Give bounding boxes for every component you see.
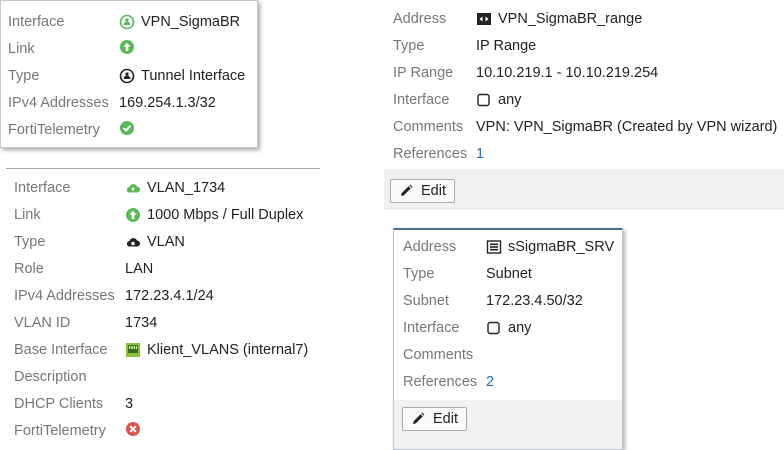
- field-value: IP Range: [476, 38, 537, 54]
- field-label: Interface: [14, 180, 71, 196]
- field-value: any: [508, 320, 532, 336]
- edit-button-label: Edit: [421, 183, 446, 199]
- port-icon: [125, 342, 141, 358]
- references-link[interactable]: 2: [486, 372, 494, 392]
- edit-button-label: Edit: [433, 411, 458, 427]
- field-label: References: [403, 374, 478, 390]
- x-circle-icon: [125, 421, 141, 437]
- field-value: VPN: VPN_SigmaBR (Created by VPN wizard): [476, 119, 778, 135]
- edit-button[interactable]: Edit: [402, 407, 467, 431]
- vlan-type-icon: [125, 234, 141, 250]
- field-label: Subnet: [403, 293, 449, 309]
- field-label: FortiTelemetry: [14, 423, 106, 439]
- field-label: References: [393, 146, 468, 162]
- field-value: Subnet: [486, 266, 532, 282]
- field-label: Link: [14, 207, 41, 223]
- field-label: Description: [14, 369, 87, 385]
- field-label: Type: [8, 68, 40, 84]
- field-label: VLAN ID: [14, 315, 71, 331]
- check-circle-icon: [119, 120, 135, 136]
- edit-button[interactable]: Edit: [390, 179, 455, 203]
- field-value: VLAN: [147, 234, 185, 250]
- vlan-interface-panel: Interface VLAN_1734 Link 1000 Mbps / Ful…: [0, 176, 380, 447]
- field-label: Link: [8, 41, 35, 57]
- field-value: LAN: [125, 261, 154, 277]
- link-up-arrow-icon: [119, 39, 135, 55]
- tunnel-type-icon: [119, 68, 135, 84]
- subnet-address-icon: [486, 239, 502, 255]
- address-subnet-panel: Address sSigmaBR_SRV Type Subnet Subnet …: [393, 228, 623, 450]
- section-divider: [6, 168, 320, 169]
- tunnel-interface-icon: [119, 14, 135, 30]
- link-up-arrow-icon: [125, 207, 141, 223]
- panel-footer: Edit: [384, 169, 784, 210]
- field-label: Interface: [8, 14, 65, 30]
- field-value: 3: [125, 396, 134, 412]
- vlan-cloud-icon: [125, 180, 141, 196]
- references-link[interactable]: 1: [476, 144, 484, 164]
- field-label: IPv4 Addresses: [14, 288, 115, 304]
- field-label: Interface: [393, 92, 450, 108]
- pencil-icon: [398, 183, 414, 199]
- field-value: 1000 Mbps / Full Duplex: [147, 207, 304, 223]
- field-value: VPN_SigmaBR_range: [498, 11, 643, 27]
- field-value: 169.254.1.3/32: [119, 95, 216, 111]
- interface-tooltip-panel: Interface VPN_SigmaBR Link Type Tunnel I…: [0, 0, 258, 148]
- field-value: VPN_SigmaBR: [141, 14, 241, 30]
- field-label: Type: [14, 234, 46, 250]
- field-label: IP Range: [393, 65, 454, 81]
- field-value: 172.23.4.50/32: [486, 293, 583, 309]
- field-label: DHCP Clients: [14, 396, 104, 412]
- interface-any-icon: [486, 320, 502, 336]
- field-label: Base Interface: [14, 342, 108, 358]
- field-label: Type: [393, 38, 425, 54]
- field-label: Comments: [403, 347, 474, 363]
- field-label: IPv4 Addresses: [8, 95, 109, 111]
- field-value: 172.23.4.1/24: [125, 288, 214, 304]
- field-value: sSigmaBR_SRV: [508, 239, 615, 255]
- field-label: Address: [403, 239, 457, 255]
- field-value: 1734: [125, 315, 158, 331]
- field-label: Type: [403, 266, 435, 282]
- field-value: 10.10.219.1 - 10.10.219.254: [476, 65, 659, 81]
- ip-range-icon: [476, 11, 492, 27]
- field-value: any: [498, 92, 522, 108]
- field-label: Comments: [393, 119, 464, 135]
- field-value: VLAN_1734: [147, 180, 226, 196]
- panel-footer: Edit: [394, 400, 622, 449]
- interface-any-icon: [476, 92, 492, 108]
- field-value: Klient_VLANS (internal7): [147, 342, 309, 358]
- pencil-icon: [410, 411, 426, 427]
- field-label: Address: [393, 11, 447, 27]
- address-range-panel: Address VPN_SigmaBR_range Type IP Range …: [384, 0, 784, 210]
- field-value: Tunnel Interface: [141, 68, 246, 84]
- field-label: Role: [14, 261, 44, 277]
- field-label: Interface: [403, 320, 460, 336]
- field-label: FortiTelemetry: [8, 122, 100, 138]
